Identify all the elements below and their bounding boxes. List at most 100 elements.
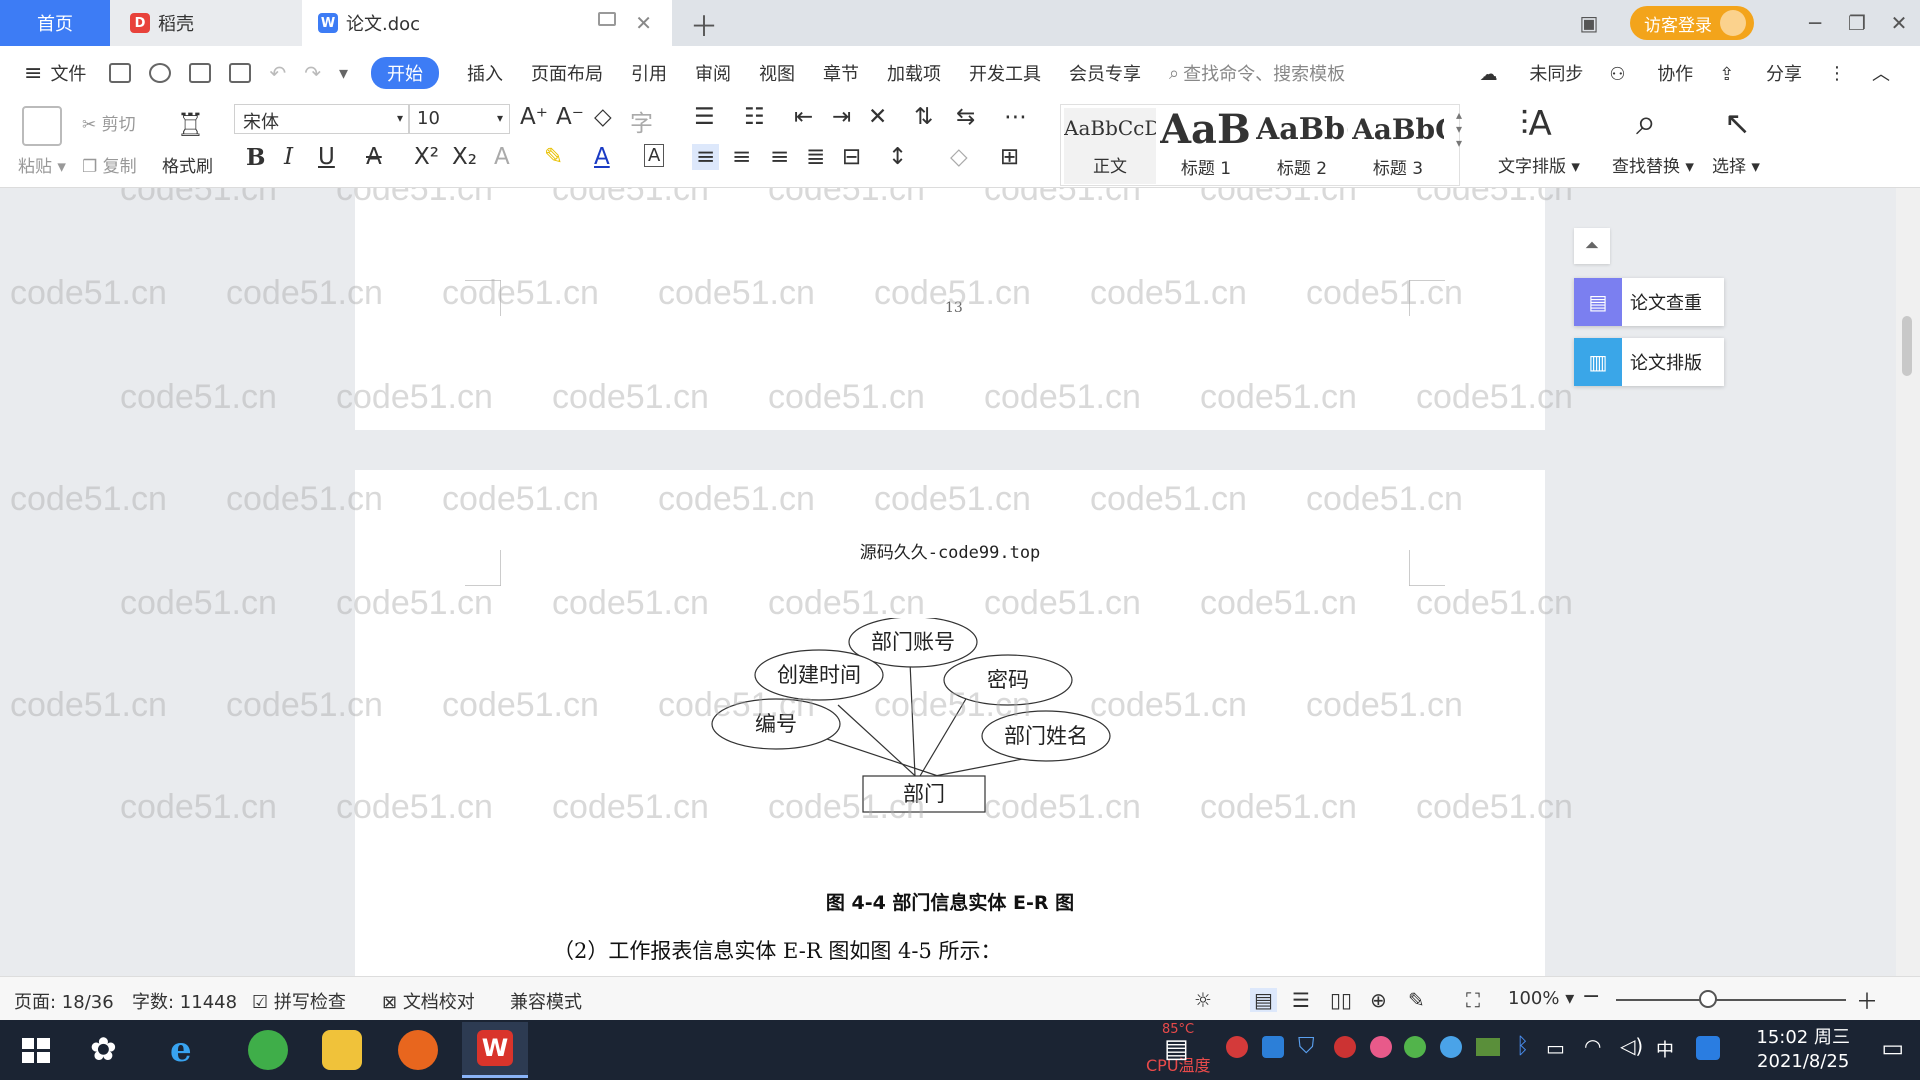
page-indicator[interactable]: 页面: 18/36	[14, 988, 114, 1014]
ie-browser-icon[interactable]: e	[170, 1030, 210, 1070]
menu-view[interactable]: 视图	[759, 60, 795, 86]
underline-icon[interactable]: U	[318, 144, 335, 170]
text-layout-icon[interactable]: ⫶A	[1520, 104, 1552, 144]
undo-icon[interactable]: ↶	[269, 61, 286, 85]
format-painter-icon[interactable]: ♖	[176, 106, 205, 144]
phonetic-icon[interactable]: 字	[630, 104, 653, 138]
numbered-list-icon[interactable]: ☷	[744, 104, 765, 130]
qq-icon[interactable]	[1334, 1036, 1356, 1058]
char-border-icon[interactable]: A	[644, 144, 665, 167]
print-preview-icon[interactable]	[229, 63, 252, 83]
strikethrough-icon[interactable]: A	[366, 144, 382, 170]
tray-app-icon[interactable]	[1262, 1036, 1284, 1058]
tray-app-icon[interactable]	[1696, 1036, 1720, 1060]
menu-addins[interactable]: 加载项	[887, 60, 941, 86]
tab-document[interactable]: W 论文.doc ✕	[302, 0, 672, 46]
zoom-slider-handle[interactable]	[1699, 990, 1717, 1008]
pinwheel-app-icon[interactable]: ✿	[90, 1030, 130, 1070]
distributed-icon[interactable]: ⊟	[842, 144, 861, 170]
paper-check-button[interactable]: ▤ 论文查重	[1574, 278, 1724, 326]
highlight-icon[interactable]: ✎	[544, 144, 563, 170]
font-color-icon[interactable]: A	[594, 144, 610, 170]
menu-member[interactable]: 会员专享	[1069, 60, 1141, 86]
close-window-icon[interactable]: ✕	[1878, 11, 1920, 35]
redo-icon[interactable]: ↷	[304, 61, 321, 85]
select-button[interactable]: 选择 ▾	[1712, 152, 1760, 177]
clear-format-icon[interactable]: ◇	[594, 104, 612, 130]
share-button[interactable]: ⇪ 分享	[1719, 60, 1802, 86]
monitor-icon[interactable]: ▤	[1164, 1034, 1189, 1064]
menu-start[interactable]: 开始	[371, 57, 440, 89]
show-marks-icon[interactable]: ⋯	[1004, 104, 1027, 130]
menu-insert[interactable]: 插入	[467, 60, 503, 86]
more-icon[interactable]: ⋮	[1828, 63, 1846, 84]
borders-icon[interactable]: ⊞	[1000, 144, 1019, 170]
save-icon[interactable]	[109, 63, 132, 83]
superscript-icon[interactable]: X²	[414, 144, 439, 170]
game-app-icon[interactable]	[398, 1030, 438, 1070]
close-tab-icon[interactable]: ✕	[635, 11, 652, 35]
print-icon[interactable]	[189, 63, 212, 83]
line-spacing-icon[interactable]: ↕	[888, 144, 907, 170]
tab-home[interactable]: 首页	[0, 0, 110, 46]
panel-collapse-icon[interactable]: ⏶	[1574, 228, 1610, 264]
cut-button[interactable]: ✂ 剪切	[82, 110, 136, 135]
find-replace-icon[interactable]: ⌕	[1636, 102, 1656, 144]
windows-start-icon[interactable]	[16, 1030, 56, 1070]
menu-chapter[interactable]: 章节	[823, 60, 859, 86]
align-right-icon[interactable]: ≡	[770, 144, 789, 170]
login-button[interactable]: 访客登录	[1630, 6, 1754, 40]
spell-check-button[interactable]: ☑ 拼写检查	[252, 988, 346, 1014]
layout-switch-icon[interactable]: ▣	[1568, 11, 1610, 35]
window-pin-icon[interactable]	[598, 12, 616, 26]
qq-icon[interactable]	[1370, 1036, 1392, 1058]
paste-button[interactable]: 粘贴 ▾	[18, 152, 66, 177]
bold-icon[interactable]: B	[246, 144, 265, 171]
style-heading-3[interactable]: AaBbC 标题 3	[1352, 108, 1444, 184]
align-center-icon[interactable]: ≡	[732, 144, 751, 170]
menu-review[interactable]: 审阅	[695, 60, 731, 86]
web-view-icon[interactable]: ⊕	[1370, 988, 1387, 1012]
browser-360-icon[interactable]	[248, 1030, 288, 1070]
command-search[interactable]: ⌕ 查找命令、搜索模板	[1169, 60, 1345, 86]
eye-protect-icon[interactable]: ☼	[1194, 988, 1212, 1012]
zoom-in-icon[interactable]: ＋	[1856, 984, 1878, 1016]
justify-icon[interactable]: ≣	[806, 144, 825, 170]
format-painter-button[interactable]: 格式刷	[162, 152, 213, 177]
wifi-icon[interactable]: ◠	[1584, 1034, 1601, 1058]
tab-docer[interactable]: D 稻壳	[110, 0, 302, 46]
page-view-icon[interactable]: ▤	[1250, 988, 1277, 1012]
shield-icon[interactable]: ⛉	[1298, 1034, 1315, 1059]
bluetooth-icon[interactable]: ᛒ	[1516, 1034, 1529, 1059]
page-current[interactable]: 源码久久-code99.top 部门账号 创建时间 密码 编号 部门姓名 部门 …	[355, 470, 1545, 976]
outline-view-icon[interactable]: ☰	[1292, 988, 1310, 1012]
style-normal[interactable]: AaBbCcDd 正文	[1064, 108, 1156, 184]
menu-page-layout[interactable]: 页面布局	[531, 60, 603, 86]
gallery-scroll-icon[interactable]: ▴ ▾ ▾	[1456, 108, 1462, 150]
find-replace-button[interactable]: 查找替换 ▾	[1612, 152, 1694, 177]
align-left-icon[interactable]: ≡	[692, 144, 720, 170]
style-heading-1[interactable]: AaBl 标题 1	[1160, 108, 1252, 184]
scrollbar-thumb[interactable]	[1902, 316, 1912, 376]
menu-developer[interactable]: 开发工具	[969, 60, 1041, 86]
increase-indent-icon[interactable]: ⇥	[832, 104, 851, 130]
word-count[interactable]: 字数: 11448	[132, 988, 237, 1014]
decrease-indent-icon[interactable]: ⇤	[794, 104, 813, 130]
shading-icon[interactable]: ◇	[950, 144, 968, 170]
restore-icon[interactable]: ❐	[1836, 11, 1878, 35]
grow-font-icon[interactable]: A⁺	[520, 104, 548, 130]
text-effect-icon[interactable]: A	[494, 144, 510, 170]
battery-icon[interactable]: ▭	[1546, 1036, 1565, 1060]
new-tab-button[interactable]: ＋	[690, 5, 718, 45]
nvidia-icon[interactable]	[1476, 1038, 1500, 1056]
write-mode-icon[interactable]: ✎	[1408, 988, 1425, 1012]
menu-references[interactable]: 引用	[631, 60, 667, 86]
fit-page-icon[interactable]: ⛶	[1466, 988, 1480, 1012]
bullet-list-icon[interactable]: ☰	[694, 104, 715, 130]
volume-icon[interactable]: ◁)	[1620, 1034, 1643, 1058]
paste-icon[interactable]	[22, 106, 62, 146]
ime-indicator[interactable]: 中	[1656, 1036, 1674, 1062]
export-icon[interactable]	[149, 63, 172, 83]
collab-button[interactable]: ⚇ 协作	[1609, 60, 1693, 86]
minimize-icon[interactable]: ─	[1794, 11, 1836, 35]
